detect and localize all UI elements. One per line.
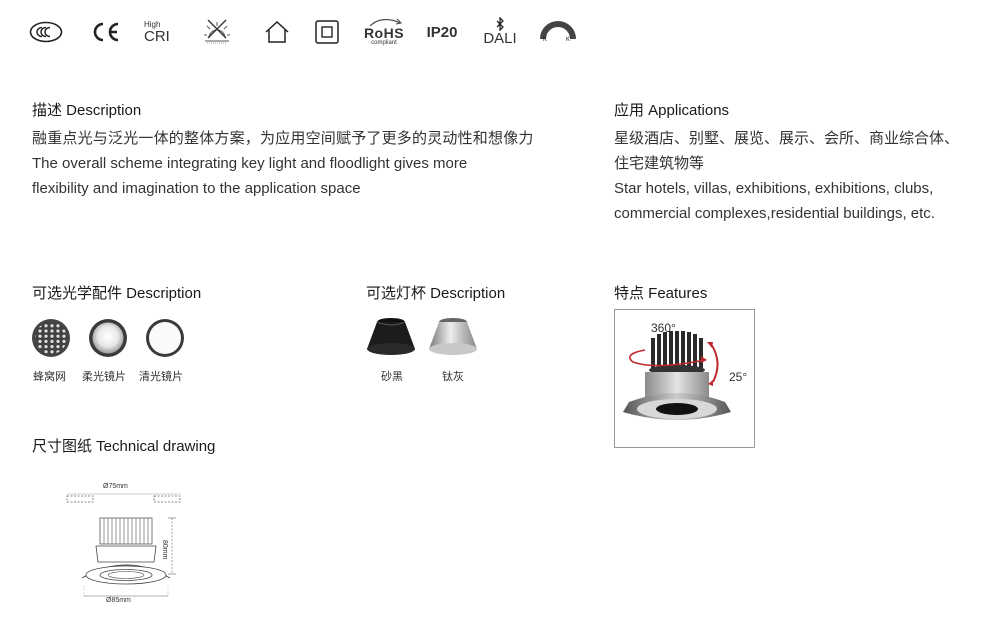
ip20-rating: IP20: [426, 23, 458, 41]
clear-lens-image: [145, 318, 185, 363]
features-heading: 特点 Features: [614, 285, 708, 302]
description-en-line2: flexibility and imagination to the appli…: [32, 180, 361, 197]
ccc-icon: [28, 12, 64, 52]
black-cup-image: [364, 316, 418, 363]
description-en-line1: The overall scheme integrating key light…: [32, 155, 468, 172]
optic-label-clear: 清光镜片: [139, 371, 183, 383]
no-direct-glare-icon: [200, 12, 234, 52]
optic-label-soft: 柔光镜片: [82, 371, 126, 383]
high-cri-icon: High CRI: [144, 20, 170, 45]
bluetooth-icon: [495, 17, 505, 31]
description-zh: 融重点光与泛光一体的整体方案，为应用空间赋予了更多的灵动性和想像力: [32, 130, 534, 147]
honeycomb-image: [31, 318, 71, 363]
kk-label-left: K: [543, 37, 548, 43]
applications-en-line1: Star hotels, villas, exhibitions, exhibi…: [614, 180, 934, 197]
cups-heading: 可选灯杯 Description: [366, 285, 506, 302]
applications-zh-line2: 住宅建筑物等: [614, 155, 705, 172]
tilt-label: 25°: [729, 370, 748, 384]
kk-label-right: K: [566, 37, 571, 43]
drawing-heading: 尺寸图纸 Technical drawing: [32, 438, 216, 455]
description-heading: 描述 Description: [32, 102, 142, 119]
rotation-label: 360°: [651, 321, 676, 335]
cup-label-black: 砂黑: [381, 371, 403, 383]
features-image-frame: 360° 25°: [614, 309, 755, 448]
rohs-icon: RoHS compliant: [362, 12, 406, 52]
outer-dimension: Ø85mm: [106, 597, 131, 604]
optic-label-honeycomb: 蜂窝网: [33, 371, 66, 383]
height-dimension: 80mm: [161, 540, 168, 560]
applications-en-line2: commercial complexes,residential buildin…: [614, 205, 935, 222]
technical-drawing: Ø75mm 80mm Ø85mm: [62, 482, 192, 607]
soft-lens-image: [88, 318, 128, 363]
applications-text: 星级酒店、别墅、展览、展示、会所、商业综合体、 住宅建筑物等 Star hote…: [614, 126, 986, 226]
kk-beam-icon: [538, 12, 578, 52]
titanium-cup-image: [426, 316, 480, 363]
class-ii-icon: [312, 12, 342, 52]
indoor-use-icon: [262, 12, 292, 52]
applications-zh-line1: 星级酒店、别墅、展览、展示、会所、商业综合体、: [614, 130, 960, 147]
ce-icon: [88, 12, 124, 52]
applications-heading: 应用 Applications: [614, 102, 730, 119]
description-text: 融重点光与泛光一体的整体方案，为应用空间赋予了更多的灵动性和想像力 The ov…: [32, 126, 592, 201]
dali-icon: DALI: [480, 12, 520, 52]
cutout-dimension: Ø75mm: [103, 483, 128, 490]
optics-heading: 可选光学配件 Description: [32, 285, 202, 302]
cup-label-titanium: 钛灰: [442, 371, 464, 383]
